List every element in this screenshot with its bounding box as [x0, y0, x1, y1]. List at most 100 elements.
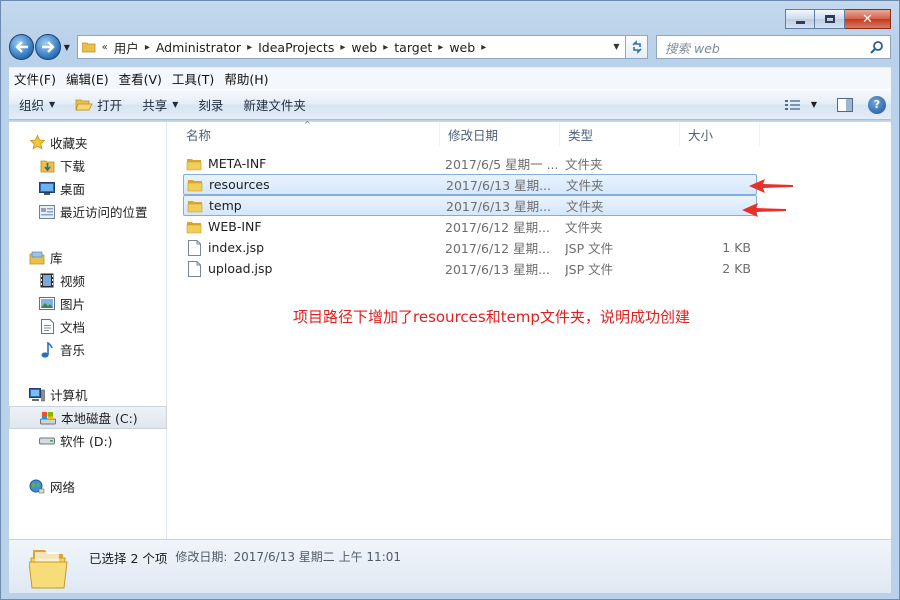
share-label: 共享: [142, 98, 168, 113]
column-header-type[interactable]: 类型: [560, 122, 680, 146]
minimize-icon: [795, 21, 805, 24]
file-name: temp: [209, 198, 242, 213]
sidebar-item-recent-places[interactable]: 最近访问的位置: [9, 200, 167, 223]
folder-icon: [81, 42, 96, 53]
menu-tools[interactable]: 工具(T): [167, 69, 219, 88]
sidebar-item-favorites[interactable]: 收藏夹: [9, 131, 167, 154]
change-view-button[interactable]: [779, 93, 807, 117]
breadcrumb-separator-icon[interactable]: ▸: [383, 42, 388, 53]
sidebar-item-computer[interactable]: 计算机: [9, 383, 167, 406]
menu-view[interactable]: 查看(V): [114, 69, 167, 88]
file-name: index.jsp: [208, 240, 265, 255]
file-name: upload.jsp: [208, 261, 273, 276]
folder-icon: [185, 156, 203, 172]
drive-icon: [39, 433, 55, 449]
file-row[interactable]: resources 2017/6/13 星期... 文件夹: [183, 174, 757, 195]
sidebar-label-desktop: 桌面: [60, 182, 86, 197]
sidebar-label-pictures: 图片: [60, 297, 86, 312]
network-group: 网络: [9, 475, 167, 498]
sidebar-item-downloads[interactable]: 下载: [9, 154, 167, 177]
open-folder-icon: [75, 99, 93, 110]
refresh-button[interactable]: [626, 35, 649, 59]
view-options-dropdown[interactable]: ▼: [807, 93, 821, 117]
minimize-button[interactable]: [785, 9, 815, 29]
sidebar-item-videos[interactable]: 视频: [9, 269, 167, 292]
sidebar-label-drive-d: 软件 (D:): [60, 434, 113, 449]
annotation-text: 项目路径下增加了resources和temp文件夹，说明成功创建: [293, 308, 690, 326]
search-box[interactable]: 搜索 web: [656, 35, 891, 59]
column-header-size[interactable]: 大小: [680, 122, 760, 146]
file-name: META-INF: [208, 156, 267, 171]
file-row[interactable]: upload.jsp 2017/6/13 星期... JSP 文件 2 KB: [183, 258, 757, 279]
file-row[interactable]: META-INF 2017/6/5 星期一 ... 文件夹: [183, 153, 757, 174]
breadcrumb-overflow[interactable]: «: [102, 42, 108, 53]
folder-icon: [29, 550, 68, 589]
sidebar-item-desktop[interactable]: 桌面: [9, 177, 167, 200]
breadcrumb-web[interactable]: web: [351, 40, 377, 55]
column-header-name-label: 名称: [186, 127, 212, 143]
maximize-button[interactable]: [815, 9, 845, 29]
chevron-down-icon: ▼: [172, 100, 179, 109]
red-arrow-icon: [749, 179, 793, 193]
sidebar-label-favorites: 收藏夹: [50, 136, 88, 151]
breadcrumb-separator-icon[interactable]: ▸: [481, 42, 486, 53]
menu-help[interactable]: 帮助(H): [219, 69, 273, 88]
breadcrumb-ideaprojects[interactable]: IdeaProjects: [258, 40, 334, 55]
libraries-group: 库 视频 图片 文档 音乐: [9, 246, 167, 361]
file-type: JSP 文件: [565, 241, 614, 256]
sidebar-label-downloads: 下载: [60, 159, 86, 174]
help-button[interactable]: ?: [863, 93, 891, 117]
breadcrumb-administrator[interactable]: Administrator: [156, 40, 241, 55]
new-folder-button[interactable]: 新建文件夹: [233, 90, 316, 119]
share-button[interactable]: 共享 ▼: [132, 90, 188, 119]
search-icon[interactable]: [870, 40, 884, 54]
file-row[interactable]: WEB-INF 2017/6/12 星期... 文件夹: [183, 216, 757, 237]
file-icon: [185, 239, 203, 256]
recent-places-icon: [39, 204, 55, 220]
sidebar-item-music[interactable]: 音乐: [9, 338, 167, 361]
details-pane: 已选择 2 个项 修改日期: 2017/6/13 星期二 上午 11:01: [9, 539, 891, 593]
file-name: WEB-INF: [208, 219, 262, 234]
sidebar-item-drive-d[interactable]: 软件 (D:): [9, 429, 167, 452]
menu-file[interactable]: 文件(F): [9, 69, 61, 88]
column-header-date[interactable]: 修改日期: [440, 122, 560, 146]
column-header-name[interactable]: 名称: [178, 122, 440, 146]
search-placeholder[interactable]: 搜索 web: [665, 38, 720, 57]
breadcrumb-users[interactable]: 用户: [114, 38, 139, 57]
file-row[interactable]: temp 2017/6/13 星期... 文件夹: [183, 195, 757, 216]
preview-pane-button[interactable]: [831, 93, 859, 117]
breadcrumb-separator-icon[interactable]: ▸: [340, 42, 345, 53]
file-date: 2017/6/13 星期...: [446, 178, 551, 193]
address-bar[interactable]: « 用户 ▸ Administrator ▸ IdeaProjects ▸ we…: [76, 35, 627, 59]
close-button[interactable]: ✕: [845, 9, 891, 29]
file-type: 文件夹: [566, 178, 604, 193]
music-note-icon: [39, 341, 55, 358]
file-name-cell: WEB-INF: [185, 216, 443, 237]
burn-button[interactable]: 刻录: [188, 90, 233, 119]
favorites-group: 收藏夹 下载 桌面 最近访问的位置: [9, 131, 167, 223]
forward-button[interactable]: [35, 34, 61, 60]
sidebar-item-network[interactable]: 网络: [9, 475, 167, 498]
open-button[interactable]: 打开: [65, 90, 132, 119]
sidebar-item-pictures[interactable]: 图片: [9, 292, 167, 315]
file-row[interactable]: index.jsp 2017/6/12 星期... JSP 文件 1 KB: [183, 237, 757, 258]
sidebar-item-documents[interactable]: 文档: [9, 315, 167, 338]
close-icon: ✕: [862, 11, 873, 27]
breadcrumb-separator-icon[interactable]: ▸: [438, 42, 443, 53]
sidebar-item-libraries[interactable]: 库: [9, 246, 167, 269]
organize-button[interactable]: 组织 ▼: [9, 90, 65, 119]
file-date: 2017/6/13 星期...: [445, 262, 550, 277]
sidebar-item-drive-c[interactable]: 本地磁盘 (C:): [9, 406, 167, 429]
breadcrumb-target[interactable]: target: [394, 40, 432, 55]
breadcrumb-separator-icon[interactable]: ▸: [145, 42, 150, 53]
back-button[interactable]: [9, 34, 35, 60]
red-arrow-icon: [742, 203, 786, 217]
file-date: 2017/6/12 星期...: [445, 241, 550, 256]
breadcrumb-web-current[interactable]: web: [449, 40, 475, 55]
file-date: 2017/6/5 星期一 ...: [445, 157, 557, 172]
recent-pages-dropdown[interactable]: ▼: [61, 43, 73, 52]
breadcrumb-separator-icon[interactable]: ▸: [247, 42, 252, 53]
documents-icon: [39, 319, 55, 335]
address-history-dropdown-icon[interactable]: ▼: [613, 42, 619, 51]
menu-edit[interactable]: 编辑(E): [61, 69, 114, 88]
